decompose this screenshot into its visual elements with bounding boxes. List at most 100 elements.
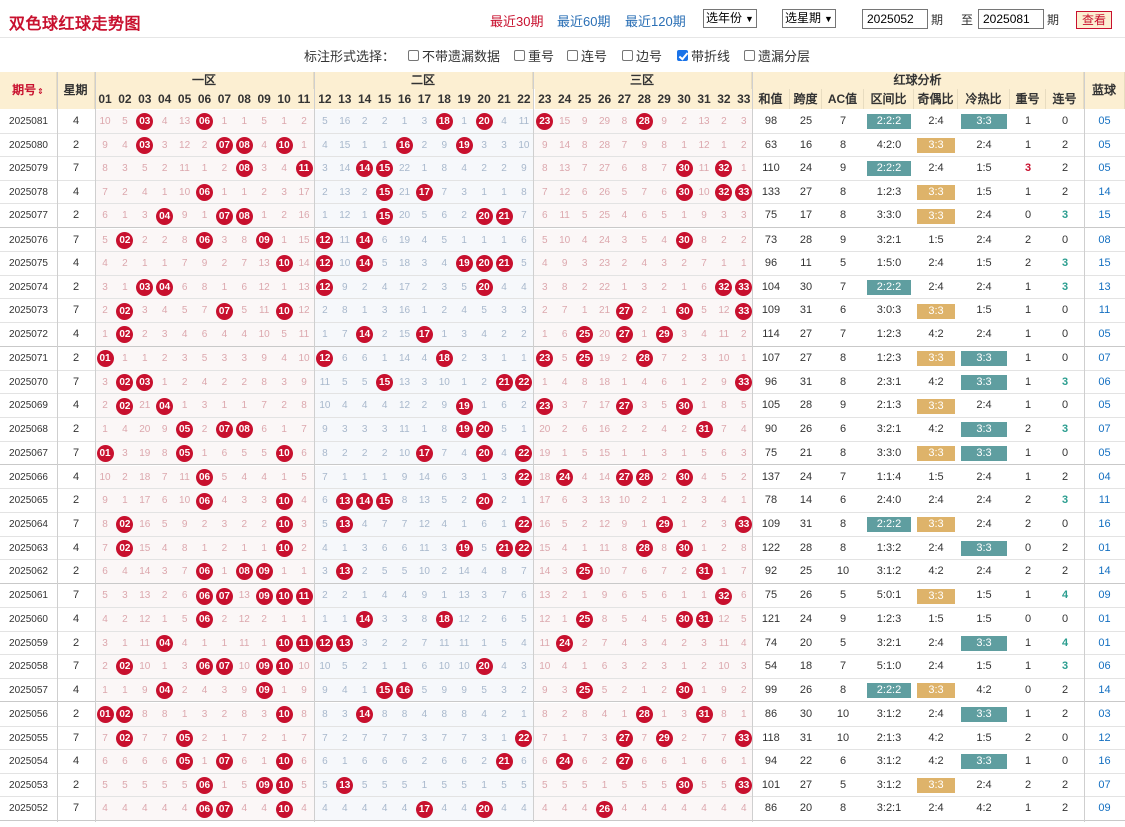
miss-value: 1 bbox=[221, 116, 228, 127]
option-checkbox[interactable] bbox=[514, 50, 525, 61]
option-4[interactable]: 带折线 bbox=[677, 46, 730, 65]
blue-ball-cell: 16 bbox=[1098, 755, 1111, 768]
miss-value: 1 bbox=[221, 637, 228, 649]
miss-value: 1 bbox=[221, 779, 228, 791]
miss-value: 1 bbox=[441, 329, 448, 340]
range-120-link[interactable]: 最近120期 bbox=[625, 11, 686, 30]
issue-header[interactable]: 期号⇕ bbox=[0, 72, 57, 109]
option-0[interactable]: 不带遗漏数据 bbox=[408, 46, 500, 65]
miss-value: 4 bbox=[501, 116, 507, 127]
ac-cell: 8 bbox=[839, 138, 847, 151]
miss-value: 5 bbox=[401, 566, 408, 578]
year-select[interactable]: 选年份 ▼ bbox=[703, 9, 757, 28]
odd-even-cell: 4:2 bbox=[928, 328, 944, 340]
consecutive-cell: 3 bbox=[1061, 280, 1069, 293]
miss-value: 7 bbox=[301, 424, 307, 435]
miss-value: 15 bbox=[298, 234, 310, 246]
miss-value: 1 bbox=[461, 116, 467, 127]
miss-value: 13 bbox=[298, 281, 310, 293]
miss-value: 5 bbox=[241, 447, 248, 459]
red-ball: 10 bbox=[275, 492, 293, 510]
weekday-select[interactable]: 选星期 ▼ bbox=[782, 9, 836, 28]
miss-value: 15 bbox=[598, 447, 611, 459]
option-checkbox[interactable] bbox=[677, 50, 688, 61]
miss-value: 11 bbox=[599, 542, 610, 554]
sum-cell: 109 bbox=[761, 304, 781, 317]
option-checkbox[interactable] bbox=[567, 50, 578, 61]
miss-value: 6 bbox=[521, 590, 527, 602]
miss-value: 3 bbox=[701, 637, 707, 649]
span-cell: 26 bbox=[799, 589, 813, 602]
issue-cell: 2025075 bbox=[9, 258, 48, 270]
miss-value: 7 bbox=[142, 732, 148, 744]
red-ball: 17 bbox=[415, 184, 433, 202]
table-row: 2025056 2 01 02 8 8 1 3 2 8 3 10 8 8 3 14 8 8 4 8 8 4 2 1 8 2 8 4 1 2… bbox=[0, 703, 1125, 727]
miss-value: 1 bbox=[361, 305, 368, 317]
miss-value: 1 bbox=[361, 684, 368, 696]
miss-value: 5 bbox=[241, 779, 248, 791]
miss-value: 6 bbox=[401, 756, 408, 768]
table-row: 2025061 7 5 3 13 2 6 06 07 13 09 10 11 2 2 1 4 4 9 1 13 3 7 6 13… bbox=[0, 584, 1125, 608]
sort-updown-icon[interactable]: ⇕ bbox=[37, 87, 44, 96]
miss-value: 1 bbox=[301, 614, 307, 625]
miss-value: 3 bbox=[661, 258, 667, 270]
miss-value: 11 bbox=[399, 424, 410, 435]
zone-ratio-cell: 1:3:2 bbox=[876, 541, 902, 554]
miss-value: 1 bbox=[281, 116, 287, 127]
weekday-cell: 2 bbox=[72, 778, 80, 791]
miss-value: 1 bbox=[241, 186, 248, 198]
option-checkbox[interactable] bbox=[622, 50, 633, 61]
miss-value: 4 bbox=[281, 163, 287, 175]
option-3[interactable]: 边号 bbox=[622, 46, 662, 65]
miss-value: 3 bbox=[461, 186, 467, 198]
number-header-17: 17 bbox=[414, 89, 435, 109]
miss-value: 2 bbox=[102, 305, 108, 317]
query-button[interactable]: 查看 bbox=[1076, 11, 1112, 29]
consecutive-cell: 3 bbox=[1061, 660, 1069, 673]
blue-ball-cell: 09 bbox=[1098, 589, 1111, 602]
ac-cell: 5 bbox=[839, 778, 847, 791]
issue-cell: 2025058 bbox=[9, 661, 48, 673]
miss-value: 3 bbox=[501, 139, 507, 151]
from-issue-input[interactable]: 2025052 bbox=[862, 9, 928, 29]
issue-cell: 2025079 bbox=[9, 163, 48, 175]
miss-value: 8 bbox=[102, 163, 108, 175]
miss-value: 2 bbox=[681, 732, 687, 744]
option-checkbox[interactable] bbox=[744, 50, 755, 61]
miss-value: 4 bbox=[461, 803, 467, 815]
red-ball: 02 bbox=[116, 302, 134, 320]
zone-ratio-cell: 2:3:1 bbox=[876, 375, 902, 388]
miss-value: 6 bbox=[441, 210, 448, 222]
range-60-link[interactable]: 最近60期 bbox=[557, 11, 610, 30]
miss-value: 1 bbox=[281, 732, 287, 744]
option-1[interactable]: 重号 bbox=[514, 46, 554, 65]
ac-cell: 6 bbox=[839, 755, 847, 768]
to-issue-input[interactable]: 2025081 bbox=[978, 9, 1044, 29]
miss-value: 2 bbox=[122, 614, 128, 625]
miss-value: 2 bbox=[122, 471, 128, 483]
blue-ball-cell: 13 bbox=[1098, 280, 1111, 293]
miss-value: 4 bbox=[521, 803, 527, 815]
red-ball: 09 bbox=[255, 777, 273, 795]
hot-cold-cell: 2:4 bbox=[976, 280, 992, 293]
issue-cell: 2025076 bbox=[9, 234, 48, 246]
issue-cell: 2025080 bbox=[9, 139, 48, 151]
miss-value: 4 bbox=[661, 637, 667, 649]
option-2[interactable]: 连号 bbox=[567, 46, 607, 65]
miss-value: 1 bbox=[342, 756, 348, 768]
red-ball: 23 bbox=[536, 397, 554, 415]
repeat-cell: 1 bbox=[1024, 802, 1032, 815]
option-5[interactable]: 遗漏分层 bbox=[744, 46, 810, 65]
miss-value: 8 bbox=[721, 709, 727, 720]
weekday-cell: 2 bbox=[72, 636, 80, 649]
sum-cell: 92 bbox=[764, 565, 778, 578]
sum-cell: 99 bbox=[764, 683, 778, 696]
miss-value: 1 bbox=[122, 353, 128, 365]
miss-value: 4 bbox=[721, 495, 727, 507]
miss-value: 7 bbox=[102, 186, 108, 198]
weekday-cell: 4 bbox=[72, 755, 80, 768]
span-cell: 31 bbox=[799, 375, 813, 388]
option-checkbox[interactable] bbox=[408, 50, 419, 61]
range-30-link[interactable]: 最近30期 bbox=[490, 11, 543, 30]
red-ball: 30 bbox=[675, 302, 693, 320]
